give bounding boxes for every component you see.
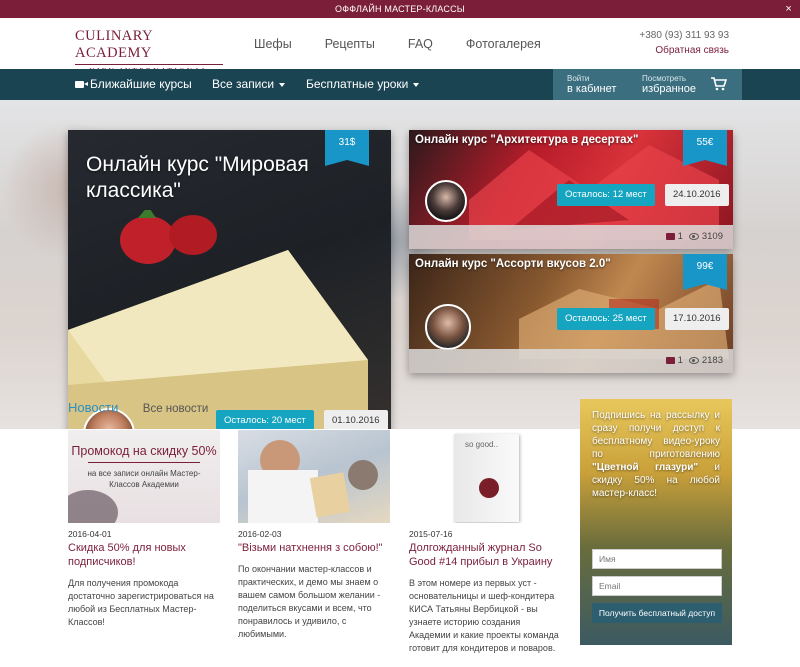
photo-object bbox=[309, 472, 351, 518]
cheesecake-image bbox=[68, 210, 368, 429]
logo-divider bbox=[75, 64, 223, 65]
comment-count: 1 bbox=[677, 355, 683, 366]
news-date: 2016-02-03 bbox=[238, 529, 282, 539]
course-title[interactable]: Онлайн курс "Архитектура в десертах" bbox=[415, 134, 715, 146]
nav-free-lessons-label: Бесплатные уроки bbox=[306, 77, 409, 91]
cart-icon[interactable] bbox=[711, 77, 727, 91]
eye-icon bbox=[688, 232, 699, 240]
nav-gallery[interactable]: Фотогалерея bbox=[466, 37, 541, 51]
card-stats: 1 3109 bbox=[665, 231, 723, 242]
video-camera-icon bbox=[75, 81, 88, 89]
magazine-title: so good.. bbox=[465, 440, 498, 449]
news-item[interactable]: so good.. 2015-07-16 Долгожданный журнал… bbox=[409, 430, 561, 655]
course-card[interactable]: Онлайн курс "Архитектура в десертах" 55€… bbox=[409, 130, 733, 249]
photo-person bbox=[348, 460, 378, 490]
nav-all-records[interactable]: Все записи bbox=[212, 69, 286, 100]
login-link[interactable]: Войти в кабинет bbox=[567, 74, 616, 96]
promo-title: Промокод на скидку 50% bbox=[71, 444, 217, 458]
main-nav: Шефы Рецепты FAQ Фотогалерея bbox=[254, 37, 574, 51]
nav-all-records-label: Все записи bbox=[212, 77, 275, 91]
chevron-down-icon bbox=[279, 82, 286, 87]
course-title[interactable]: Онлайн курс "Ассорти вкусов 2.0" bbox=[415, 258, 715, 270]
email-field[interactable] bbox=[592, 576, 722, 596]
card-stats: 1 2183 bbox=[665, 355, 723, 366]
user-box: Войти в кабинет Посмотреть избранное bbox=[553, 69, 742, 100]
promo-divider bbox=[88, 462, 200, 463]
card-footer: 1 3109 bbox=[409, 225, 733, 249]
magazine-decor bbox=[479, 478, 499, 498]
news-excerpt: По окончании мастер-классов и практическ… bbox=[238, 564, 381, 639]
comment-icon bbox=[665, 356, 675, 364]
news-tabs: Новости Все новости bbox=[68, 399, 578, 424]
card-footer: 1 2183 bbox=[409, 349, 733, 373]
name-field[interactable] bbox=[592, 549, 722, 569]
news-image[interactable]: Промокод на скидку 50% на все записи онл… bbox=[68, 430, 220, 523]
contact-block: +380 (93) 311 93 93 Обратная связь bbox=[639, 30, 729, 56]
subscribe-text: Подпишись на рассылку и сразу получи дос… bbox=[592, 409, 720, 500]
login-big-label: в кабинет bbox=[567, 83, 617, 95]
site-header: CULINARY ACADEMY KIEV INTERNATIONAL Шефы… bbox=[0, 18, 800, 75]
news-excerpt: В этом номере из первых уст - основатель… bbox=[409, 578, 559, 653]
course-title[interactable]: Онлайн курс "Мировая классика" bbox=[86, 152, 336, 204]
nav-recipes[interactable]: Рецепты bbox=[325, 37, 375, 51]
date-badge: 24.10.2016 bbox=[665, 184, 729, 206]
seats-left-badge: Осталось: 12 мест bbox=[557, 184, 655, 206]
nav-upcoming-label: Ближайшие курсы bbox=[90, 77, 192, 91]
nav-chefs[interactable]: Шефы bbox=[254, 37, 292, 51]
chevron-down-icon bbox=[413, 82, 420, 87]
news-title[interactable]: "Візьми натхнення з собою!" bbox=[238, 541, 390, 555]
close-icon[interactable]: × bbox=[785, 0, 792, 18]
date-badge: 17.10.2016 bbox=[665, 308, 729, 330]
course-card[interactable]: Онлайн курс "Мировая классика" 31$ Остал… bbox=[68, 130, 391, 429]
chef-avatar[interactable] bbox=[425, 180, 467, 222]
courses-hero: Онлайн курс "Мировая классика" 31$ Остал… bbox=[0, 100, 800, 429]
nav-upcoming-courses[interactable]: Ближайшие курсы bbox=[75, 69, 192, 100]
comment-icon bbox=[665, 232, 675, 240]
tab-all-news[interactable]: Все новости bbox=[143, 403, 209, 415]
favorites-big-label: избранное bbox=[642, 83, 696, 95]
news-item[interactable]: 2016-02-03 "Візьми натхнення з собою!" П… bbox=[238, 430, 390, 641]
subscribe-text-bold: "Цветной глазури" bbox=[592, 462, 699, 473]
subscribe-text-part: Подпишись на рассылку и сразу получи дос… bbox=[592, 410, 720, 460]
course-card[interactable]: Онлайн курс "Ассорти вкусов 2.0" 99€ Ост… bbox=[409, 254, 733, 373]
news-image[interactable] bbox=[238, 430, 390, 523]
announcement-text: ОФФЛАЙН МАСТЕР-КЛАССЫ bbox=[335, 4, 465, 14]
news-title[interactable]: Скидка 50% для новых подписчиков! bbox=[68, 541, 220, 569]
seats-left-badge: Осталось: 25 мест bbox=[557, 308, 655, 330]
news-excerpt: Для получения промокода достаточно зарег… bbox=[68, 578, 214, 627]
news-date: 2015-07-16 bbox=[409, 529, 453, 539]
view-count: 2183 bbox=[701, 355, 723, 366]
price-badge: 99€ bbox=[683, 254, 727, 290]
course-navbar: Ближайшие курсы Все записи Бесплатные ур… bbox=[0, 69, 800, 100]
login-small-label: Войти bbox=[567, 74, 590, 83]
logo[interactable]: CULINARY ACADEMY KIEV INTERNATIONAL bbox=[75, 28, 223, 75]
phone-number[interactable]: +380 (93) 311 93 93 bbox=[639, 30, 729, 41]
decor-photo bbox=[68, 490, 118, 523]
comment-count: 1 bbox=[677, 231, 683, 242]
news-item[interactable]: Промокод на скидку 50% на все записи онл… bbox=[68, 430, 220, 629]
favorites-small-label: Посмотреть bbox=[642, 74, 687, 83]
nav-free-lessons[interactable]: Бесплатные уроки bbox=[306, 69, 420, 100]
price-badge: 55€ bbox=[683, 130, 727, 166]
news-section: Новости Все новости Промокод на скидку 5… bbox=[68, 399, 578, 653]
news-date: 2016-04-01 bbox=[68, 529, 112, 539]
view-count: 3109 bbox=[701, 231, 723, 242]
get-access-button[interactable]: Получить бесплатный доступ bbox=[592, 603, 722, 623]
price-badge: 31$ bbox=[325, 130, 369, 166]
news-image[interactable]: so good.. bbox=[409, 430, 561, 523]
favorites-link[interactable]: Посмотреть избранное bbox=[642, 74, 696, 96]
logo-title: CULINARY ACADEMY bbox=[75, 28, 153, 61]
nav-faq[interactable]: FAQ bbox=[408, 37, 433, 51]
feedback-link[interactable]: Обратная связь bbox=[639, 45, 729, 56]
news-title[interactable]: Долгожданный журнал So Good #14 прибыл в… bbox=[409, 541, 561, 569]
tab-news[interactable]: Новости bbox=[68, 400, 118, 415]
promo-subtitle: на все записи онлайн Мастер-Классов Акад… bbox=[87, 469, 201, 489]
eye-icon bbox=[688, 356, 699, 364]
subscribe-panel: Подпишись на рассылку и сразу получи дос… bbox=[580, 399, 732, 645]
top-announcement-bar[interactable]: ОФФЛАЙН МАСТЕР-КЛАССЫ × bbox=[0, 0, 800, 18]
photo-person bbox=[248, 470, 318, 523]
chef-avatar[interactable] bbox=[425, 304, 471, 350]
